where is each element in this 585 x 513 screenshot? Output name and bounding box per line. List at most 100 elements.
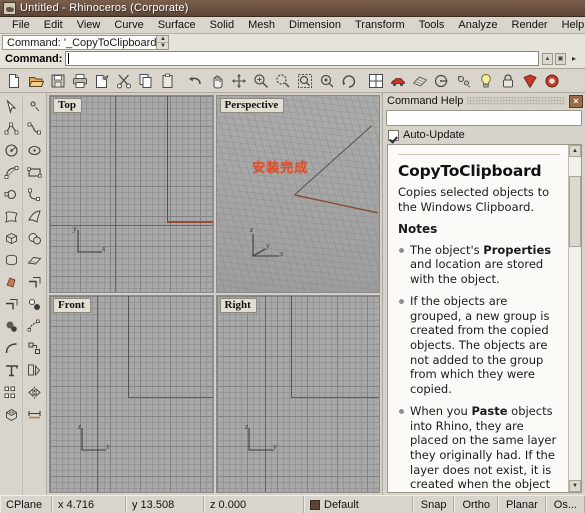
status-toggle-planar[interactable]: Planar	[497, 496, 546, 513]
scroll-up-icon[interactable]: ▲	[569, 145, 581, 157]
four-view-icon[interactable]	[365, 70, 386, 91]
command-options-icon[interactable]: ▣	[555, 52, 566, 65]
undo-icon[interactable]	[184, 70, 205, 91]
named-view-icon[interactable]	[431, 70, 452, 91]
auto-update-row[interactable]: Auto-Update	[383, 128, 585, 144]
command-history-scroll[interactable]: ▲ ▼	[156, 35, 170, 50]
menu-edit[interactable]: Edit	[37, 18, 70, 32]
boolean-difference-icon[interactable]	[24, 315, 46, 337]
pan-hand-icon[interactable]	[206, 70, 227, 91]
help-scrollbar[interactable]: ▲ ▼	[568, 145, 581, 492]
scroll-up-icon[interactable]: ▲	[157, 36, 169, 43]
sphere-icon[interactable]	[24, 227, 46, 249]
scroll-down-icon[interactable]: ▼	[569, 480, 581, 492]
note-text-part: and location are stored with the object.	[410, 257, 544, 287]
fillet-edge-icon[interactable]	[0, 293, 22, 315]
close-icon[interactable]: ×	[569, 94, 583, 108]
plane-surface-icon[interactable]	[24, 249, 46, 271]
scroll-thumb[interactable]	[569, 176, 581, 248]
cylinder-icon[interactable]	[0, 249, 22, 271]
mirror-icon[interactable]	[24, 381, 46, 403]
scroll-track[interactable]	[569, 157, 581, 480]
menu-view[interactable]: View	[70, 18, 108, 32]
surface-patch-icon[interactable]	[0, 205, 22, 227]
scroll-down-icon[interactable]: ▼	[157, 43, 168, 49]
auto-update-checkbox[interactable]	[388, 129, 399, 141]
lock-icon[interactable]	[497, 70, 518, 91]
viewport-label-front[interactable]: Front	[53, 298, 91, 313]
circle-icon[interactable]	[0, 139, 22, 161]
viewport-top[interactable]: y x Top	[49, 95, 214, 293]
select-arrow-icon[interactable]	[0, 95, 22, 117]
move-arrows-icon[interactable]	[228, 70, 249, 91]
solid-cap-icon[interactable]	[0, 403, 22, 425]
cut-page-icon[interactable]	[91, 70, 112, 91]
menu-tools[interactable]: Tools	[412, 18, 452, 32]
help-search-input[interactable]	[386, 110, 582, 126]
polygon-icon[interactable]	[0, 183, 22, 205]
menu-dimension[interactable]: Dimension	[282, 18, 348, 32]
open-file-icon[interactable]	[25, 70, 46, 91]
zoom-window-icon[interactable]	[294, 70, 315, 91]
menu-surface[interactable]: Surface	[151, 18, 203, 32]
command-input[interactable]	[65, 51, 539, 66]
new-file-icon[interactable]	[3, 70, 24, 91]
control-point-curve-icon[interactable]	[24, 117, 46, 139]
menu-curve[interactable]: Curve	[107, 18, 150, 32]
save-file-icon[interactable]	[47, 70, 68, 91]
surface-sweep-icon[interactable]	[24, 205, 46, 227]
status-toggle-osnap[interactable]: Os...	[545, 496, 585, 513]
curve-tool-icon[interactable]	[0, 337, 22, 359]
print-icon[interactable]	[69, 70, 90, 91]
offset-curve-icon[interactable]	[24, 337, 46, 359]
viewport-label-right[interactable]: Right	[219, 298, 257, 313]
zoom-selected-icon[interactable]	[316, 70, 337, 91]
panel-drag-grip[interactable]	[467, 97, 565, 105]
text-tool-icon[interactable]	[0, 359, 22, 381]
viewport-right[interactable]: z y Right	[215, 295, 380, 493]
boolean-union-icon[interactable]	[0, 271, 22, 293]
paste-icon[interactable]	[157, 70, 178, 91]
curve-point-icon[interactable]	[0, 161, 22, 183]
split-icon[interactable]	[24, 293, 46, 315]
menu-help[interactable]: Help	[555, 18, 585, 32]
viewport-label-perspective[interactable]: Perspective	[219, 98, 285, 113]
status-toggle-ortho[interactable]: Ortho	[454, 496, 498, 513]
box-icon[interactable]	[0, 227, 22, 249]
viewport-label-top[interactable]: Top	[53, 98, 82, 113]
status-toggle-snap[interactable]: Snap	[412, 496, 455, 513]
light-bulb-icon[interactable]	[475, 70, 496, 91]
scissors-icon[interactable]	[113, 70, 134, 91]
polyline-icon[interactable]	[0, 117, 22, 139]
dimension-icon[interactable]	[24, 403, 46, 425]
zoom-in-icon[interactable]	[250, 70, 271, 91]
zoom-dotted-icon[interactable]	[272, 70, 293, 91]
menu-transform[interactable]: Transform	[348, 18, 412, 32]
shade-icon[interactable]	[519, 70, 540, 91]
copy-icon[interactable]	[135, 70, 156, 91]
menu-file[interactable]: File	[5, 18, 37, 32]
array-icon[interactable]	[0, 381, 22, 403]
extrude-curve-icon[interactable]	[24, 271, 46, 293]
properties-icon[interactable]	[453, 70, 474, 91]
menu-solid[interactable]: Solid	[203, 18, 241, 32]
ring-icon[interactable]	[541, 70, 562, 91]
render-mesh-icon[interactable]	[409, 70, 430, 91]
layer-color-swatch[interactable]	[310, 499, 320, 510]
menu-mesh[interactable]: Mesh	[241, 18, 282, 32]
rotate-view-icon[interactable]	[338, 70, 359, 91]
viewport-perspective[interactable]: 安装完成 z y x Perspective	[215, 95, 380, 293]
command-expand-icon[interactable]: ▸	[568, 52, 580, 65]
rectangle-icon[interactable]	[24, 161, 46, 183]
viewport-front[interactable]: z x Front	[49, 295, 214, 493]
arc-icon[interactable]	[24, 183, 46, 205]
ellipse-icon[interactable]	[24, 139, 46, 161]
status-layer[interactable]: Default	[304, 496, 413, 513]
point-icon[interactable]	[24, 95, 46, 117]
sphere-blend-icon[interactable]	[0, 315, 22, 337]
scale-icon[interactable]	[24, 359, 46, 381]
menu-analyze[interactable]: Analyze	[451, 18, 504, 32]
command-spinner-icon[interactable]: ▲	[542, 52, 553, 65]
render-car-icon[interactable]	[387, 70, 408, 91]
menu-render[interactable]: Render	[505, 18, 555, 32]
